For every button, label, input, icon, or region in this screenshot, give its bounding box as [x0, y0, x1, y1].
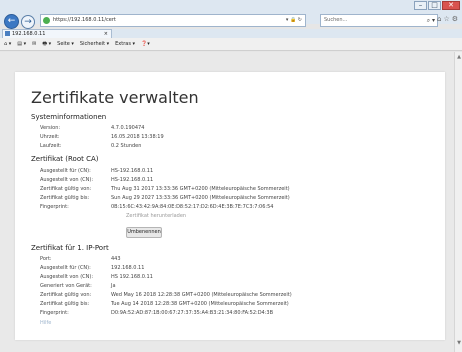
system-row: Uhrzeit: 16.05.2018 13:38:19: [40, 134, 164, 140]
toolbar-icons: ⌂☆⚙: [437, 15, 460, 23]
search-placeholder[interactable]: Suchen...: [324, 17, 347, 23]
rename-button[interactable]: Umbenennen: [126, 227, 162, 238]
search-icon[interactable]: ⌕ ▾: [427, 15, 435, 26]
ipport-row: Generiert von Gerät: Ja: [40, 283, 116, 289]
rootca-row: Zertifikat gültig von: Thu Aug 31 2017 13…: [40, 186, 290, 192]
tab-title: 192.168.0.11: [12, 31, 46, 37]
rootca-row: Zertifikat gültig bis: Sun Aug 29 2027 13…: [40, 195, 290, 201]
ipport-row: Zertifikat gültig bis: Tue Aug 14 2018 12…: [40, 301, 289, 307]
mail-icon[interactable]: ✉: [32, 38, 36, 51]
minimize-icon[interactable]: –: [414, 1, 427, 10]
ipport-row: Zertifikat gültig von: Wed May 16 2018 12…: [40, 292, 292, 298]
ipport-row: Port: 443: [40, 256, 121, 262]
site-icon: [43, 17, 50, 24]
close-icon[interactable]: ✕: [442, 1, 460, 10]
page-title: Zertifikate verwalten: [31, 88, 199, 107]
back-button[interactable]: ←: [4, 14, 19, 29]
gear-icon[interactable]: ⚙: [452, 15, 460, 23]
feeds-icon[interactable]: ▤ ▾: [17, 38, 26, 51]
window-controls: – □ ✕: [413, 1, 460, 10]
scroll-up-icon[interactable]: ▲: [457, 54, 461, 60]
menu-extras[interactable]: Extras ▾: [115, 38, 135, 51]
forward-button[interactable]: →: [21, 14, 35, 29]
system-row: Laufzeit: 0.2 Stunden: [40, 143, 142, 149]
print-icon[interactable]: 🖶 ▾: [42, 38, 51, 51]
address-bar[interactable]: https://192.168.0.11/cert ▾ 🔒 ↻: [40, 14, 306, 27]
ipport-row: Ausgestellt für (CN): 192.168.0.11: [40, 265, 145, 271]
section-system-heading: Systeminformationen: [31, 113, 107, 121]
address-tools-icon[interactable]: ▾ 🔒 ↻: [286, 15, 302, 26]
rootca-row: Fingerprint: 0B:15:6C:43:42:9A:84:0E:D8:5…: [40, 204, 274, 210]
vertical-scrollbar[interactable]: [454, 52, 462, 352]
scroll-down-icon[interactable]: ▼: [457, 340, 461, 346]
command-bar: ⌂ ▾ ▤ ▾ ✉ 🖶 ▾ Seite ▾ Sicherheit ▾ Extra…: [0, 38, 462, 51]
ipport-row: Ausgestellt von (CN): HS 192.168.0.11: [40, 274, 153, 280]
star-icon[interactable]: ☆: [443, 15, 451, 23]
page-icon: [5, 31, 10, 36]
menu-security[interactable]: Sicherheit ▾: [80, 38, 109, 51]
rootca-row: Ausgestellt für (CN): HS-192.168.0.11: [40, 168, 154, 174]
menu-page[interactable]: Seite ▾: [57, 38, 74, 51]
ipport-row: Fingerprint: D0:9A:52:AD:87:1B:00:67:27:3…: [40, 310, 274, 316]
help-link[interactable]: Hilfe: [40, 320, 51, 326]
url-text[interactable]: https://192.168.0.11/cert: [53, 17, 116, 23]
system-row: Version: 4.7.0.190474: [40, 125, 145, 131]
search-box[interactable]: Suchen... ⌕ ▾: [320, 14, 438, 27]
download-certificate-link[interactable]: Zertifikat herunterladen: [126, 213, 186, 219]
section-rootca-heading: Zertifikat (Root CA): [31, 155, 99, 163]
maximize-icon[interactable]: □: [428, 1, 441, 10]
home-menu-icon[interactable]: ⌂ ▾: [4, 38, 11, 51]
section-ipport-heading: Zertifikat für 1. IP-Port: [31, 244, 109, 252]
navigation-buttons: ← →: [4, 14, 37, 29]
help-icon[interactable]: ❓▾: [141, 38, 150, 51]
rootca-row: Ausgestellt von (CN): HS-192.168.0.11: [40, 177, 154, 183]
